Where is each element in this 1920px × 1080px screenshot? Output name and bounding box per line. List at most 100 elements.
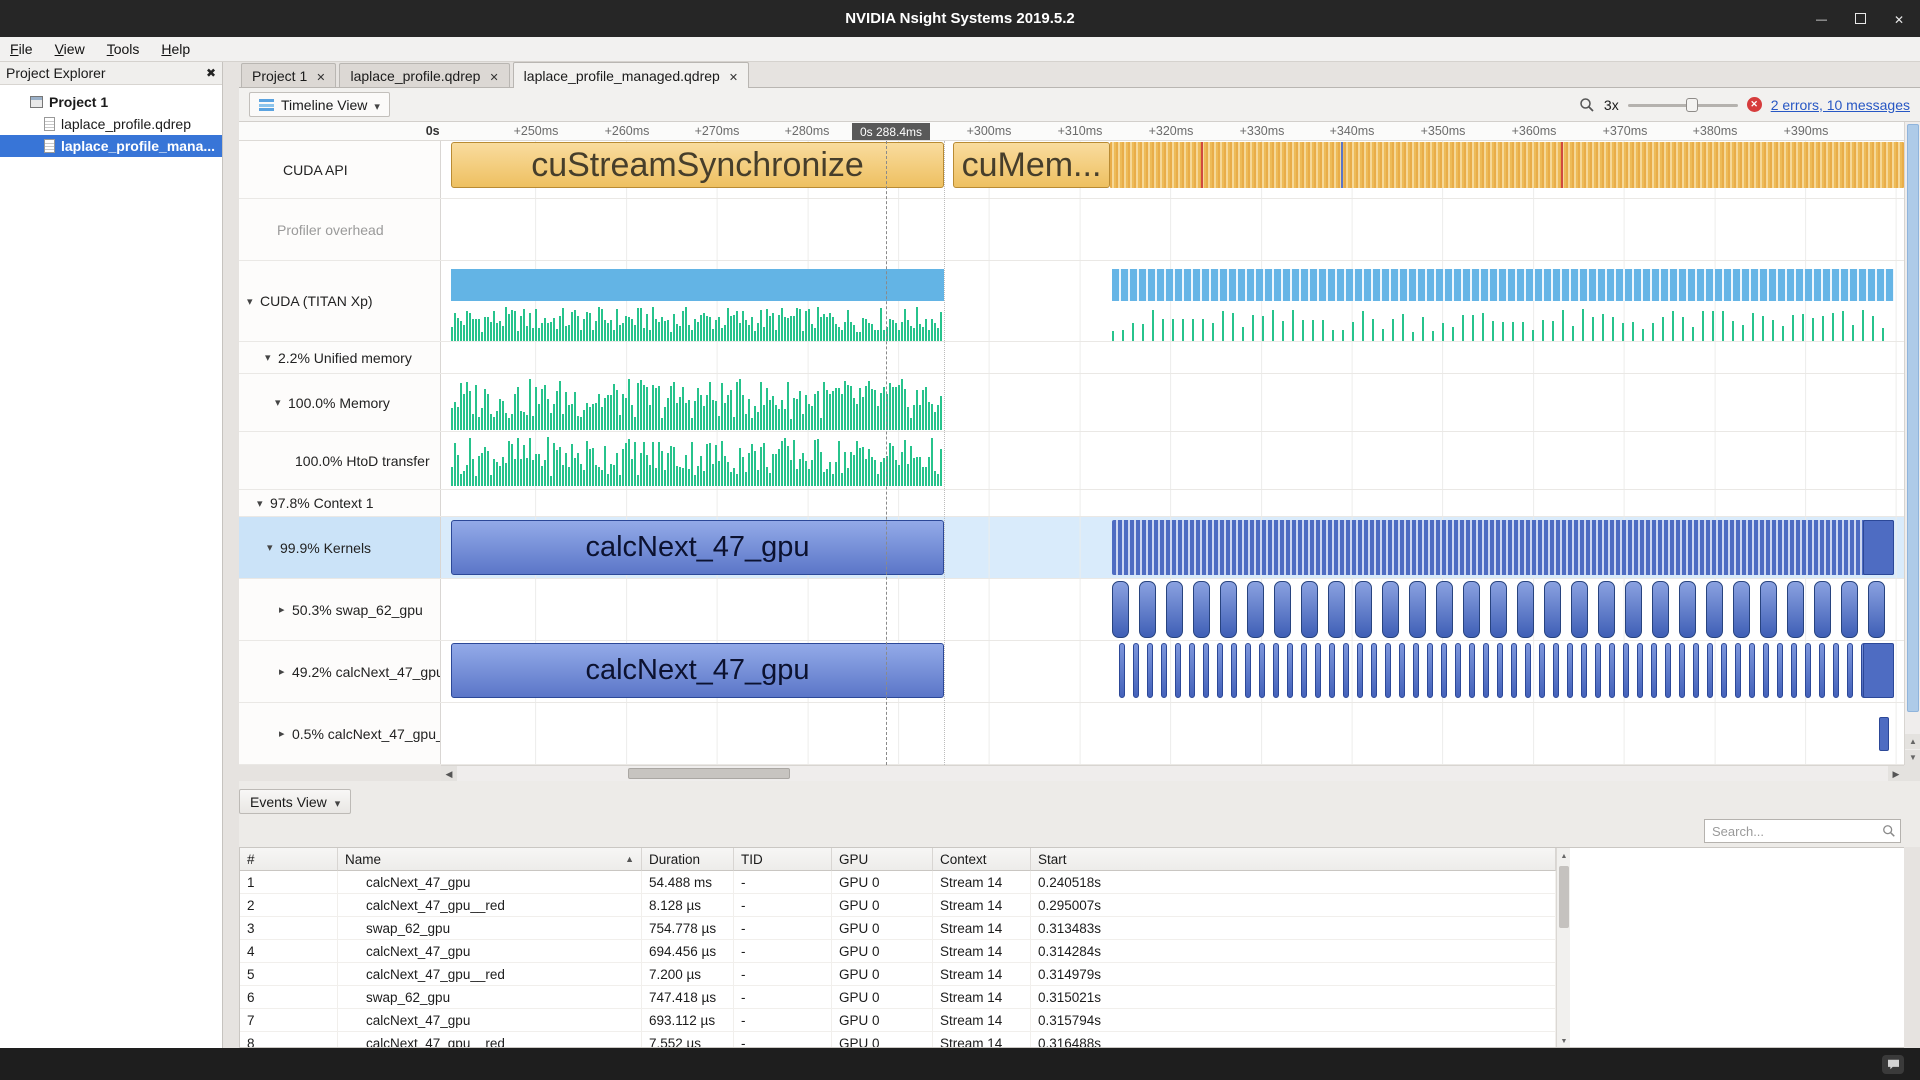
timeline-vscrollbar[interactable]: ▲ ▼: [1904, 122, 1920, 765]
tab-close-icon[interactable]: [489, 68, 498, 84]
expand-icon[interactable]: [279, 727, 292, 740]
table-row[interactable]: 3 swap_62_gpu 754.778 µs - GPU 0 Stream …: [240, 917, 1556, 940]
event-bar-cumem[interactable]: cuMem...: [953, 142, 1110, 188]
row-label-memory[interactable]: 100.0% Memory: [239, 374, 441, 431]
tree-item-qdrep-managed[interactable]: laplace_profile_mana...: [0, 135, 222, 157]
vscrollbar-thumb[interactable]: [1907, 124, 1919, 712]
ruler-tick: +280ms: [785, 124, 830, 138]
row-label-htod[interactable]: 100.0% HtoD transfer: [239, 432, 441, 489]
scroll-up-icon[interactable]: ▲: [1557, 849, 1571, 863]
timeline-selection-line: [944, 141, 945, 765]
maximize-icon[interactable]: [1855, 13, 1866, 24]
events-view-dropdown[interactable]: Events View: [239, 789, 351, 814]
kernel-bar-calcnext[interactable]: calcNext_47_gpu: [451, 520, 944, 575]
calcnext-red-end-block[interactable]: [1879, 717, 1889, 751]
track-htod: [441, 432, 1904, 489]
scroll-down-icon[interactable]: ▼: [1557, 1034, 1571, 1048]
col-header-num[interactable]: #: [240, 848, 338, 871]
track-unified-memory: [441, 342, 1904, 373]
table-row[interactable]: 2 calcNext_47_gpu__red 8.128 µs - GPU 0 …: [240, 894, 1556, 917]
explorer-close-icon[interactable]: ✖: [206, 66, 216, 80]
event-bar-custreamsynchronize[interactable]: cuStreamSynchronize: [451, 142, 944, 188]
col-header-tid[interactable]: TID: [734, 848, 832, 871]
scroll-down-icon[interactable]: ▼: [1905, 750, 1920, 765]
collapse-icon[interactable]: [265, 351, 278, 364]
row-label-kernels[interactable]: 99.9% Kernels: [239, 517, 441, 578]
track-context: [441, 490, 1904, 516]
table-row[interactable]: 4 calcNext_47_gpu 694.456 µs - GPU 0 Str…: [240, 940, 1556, 963]
tab-laplace-profile-managed[interactable]: laplace_profile_managed.qdrep: [513, 62, 749, 88]
kernels-dense-events[interactable]: [1112, 520, 1894, 575]
expand-icon[interactable]: [279, 603, 292, 616]
swap-kernel-bars[interactable]: [1112, 581, 1894, 638]
col-header-start[interactable]: Start: [1031, 848, 1556, 871]
timeline-row-unified-memory: 2.2% Unified memory: [239, 342, 1904, 374]
close-icon[interactable]: [1894, 12, 1904, 26]
zoom-slider-handle[interactable]: [1686, 98, 1698, 112]
table-row[interactable]: 8 calcNext_47_gpu__red 7.552 µs - GPU 0 …: [240, 1032, 1556, 1048]
search-input[interactable]: [1704, 819, 1901, 843]
menu-file[interactable]: File: [10, 41, 33, 57]
row-label-calcnext[interactable]: 49.2% calcNext_47_gpu: [239, 641, 441, 702]
col-header-duration[interactable]: Duration: [642, 848, 734, 871]
menu-help[interactable]: Help: [161, 41, 190, 57]
col-header-context[interactable]: Context: [933, 848, 1031, 871]
zoom-slider[interactable]: [1628, 97, 1738, 113]
collapse-icon[interactable]: [275, 396, 288, 409]
table-scrollbar-thumb[interactable]: [1559, 866, 1569, 928]
device-activity-striped[interactable]: [1112, 269, 1894, 301]
calcnext-end-block[interactable]: [1863, 643, 1894, 698]
tab-laplace-profile[interactable]: laplace_profile.qdrep: [339, 63, 509, 87]
zoom-slider-track[interactable]: [1628, 104, 1738, 107]
calcnext-dense-bars[interactable]: [1119, 643, 1894, 698]
row-label-cuda-api[interactable]: CUDA API: [239, 141, 441, 198]
collapse-icon[interactable]: [257, 497, 270, 510]
events-zone: Events View: [239, 781, 1920, 847]
ruler-tick: +390ms: [1784, 124, 1829, 138]
ruler-tick: +250ms: [514, 124, 559, 138]
ruler-tick: +350ms: [1421, 124, 1466, 138]
tab-label: laplace_profile.qdrep: [350, 68, 480, 84]
tree-item-project[interactable]: Project 1: [0, 91, 222, 113]
track-calcnext-red: [441, 703, 1904, 764]
device-activity-bar[interactable]: [451, 269, 944, 301]
tab-close-icon[interactable]: [729, 68, 738, 84]
table-row[interactable]: 5 calcNext_47_gpu__red 7.200 µs - GPU 0 …: [240, 963, 1556, 986]
kernel-bar-calcnext-2[interactable]: calcNext_47_gpu: [451, 643, 944, 698]
hscrollbar-thumb[interactable]: [628, 768, 790, 779]
cuda-api-dense-events[interactable]: [1110, 142, 1904, 188]
kernels-end-block[interactable]: [1863, 520, 1894, 575]
notification-bubble-icon[interactable]: [1882, 1055, 1904, 1074]
row-label-unified-memory[interactable]: 2.2% Unified memory: [239, 342, 441, 373]
col-header-gpu[interactable]: GPU: [832, 848, 933, 871]
scroll-up-icon[interactable]: ▲: [1905, 734, 1920, 749]
view-selector-dropdown[interactable]: Timeline View: [249, 92, 390, 117]
tab-project-1[interactable]: Project 1: [241, 63, 336, 87]
scroll-right-icon[interactable]: ▶: [1888, 766, 1904, 782]
menu-view[interactable]: View: [55, 41, 85, 57]
cursor-tooltip: 0s 288.4ms: [852, 123, 930, 140]
table-vscrollbar[interactable]: ▲ ▼: [1556, 848, 1570, 1048]
collapse-icon[interactable]: [247, 295, 260, 308]
expand-icon[interactable]: [279, 665, 292, 678]
accent-mark: [1561, 142, 1563, 188]
tab-close-icon[interactable]: [316, 68, 325, 84]
minimize-icon[interactable]: [1816, 11, 1827, 26]
row-label-context[interactable]: 97.8% Context 1: [239, 490, 441, 516]
timeline-hscrollbar[interactable]: ◀ ▶: [441, 765, 1904, 781]
col-header-name[interactable]: Name▲: [338, 848, 642, 871]
report-file-icon: [44, 139, 55, 153]
table-row[interactable]: 6 swap_62_gpu 747.418 µs - GPU 0 Stream …: [240, 986, 1556, 1009]
menu-tools[interactable]: Tools: [107, 41, 140, 57]
collapse-icon[interactable]: [267, 541, 280, 554]
row-label-swap[interactable]: 50.3% swap_62_gpu: [239, 579, 441, 640]
row-label-device[interactable]: CUDA (TITAN Xp): [239, 261, 441, 341]
scroll-left-icon[interactable]: ◀: [441, 766, 457, 782]
tree-item-qdrep[interactable]: laplace_profile.qdrep: [0, 113, 222, 135]
table-row[interactable]: 7 calcNext_47_gpu 693.112 µs - GPU 0 Str…: [240, 1009, 1556, 1032]
row-label-calcnext-red[interactable]: 0.5% calcNext_47_gpu__: [239, 703, 441, 764]
errors-messages-link[interactable]: 2 errors, 10 messages: [1771, 97, 1910, 113]
row-label-profiler-overhead[interactable]: Profiler overhead: [239, 199, 441, 260]
panel-splitter[interactable]: [223, 62, 239, 1048]
table-row[interactable]: 1 calcNext_47_gpu 54.488 ms - GPU 0 Stre…: [240, 871, 1556, 894]
